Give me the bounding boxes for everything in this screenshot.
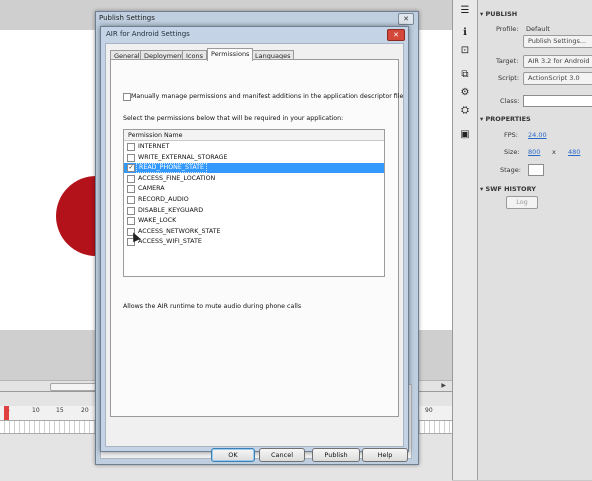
close-icon[interactable]: ✕	[398, 13, 414, 25]
scroll-right-icon[interactable]: ▶	[441, 382, 446, 389]
publish-button[interactable]: Publish	[312, 448, 360, 462]
permission-name: WRITE_EXTERNAL_STORAGE	[138, 153, 228, 161]
swf-history-section-header[interactable]: ▾ SWF HISTORY	[480, 185, 536, 193]
class-input[interactable]	[523, 95, 592, 107]
publish-settings-title: Publish Settings	[99, 14, 155, 22]
permission-row[interactable]: ACCESS_FINE_LOCATION	[124, 174, 384, 184]
permission-name: READ_PHONE_STATE	[136, 163, 207, 174]
close-icon[interactable]: ✕	[387, 29, 405, 41]
permissions-list[interactable]: Permission Name INTERNET WRITE_EXTERNAL_S…	[123, 129, 385, 277]
permission-checkbox[interactable]	[127, 143, 135, 151]
stage-color-label: Stage:	[500, 166, 521, 174]
size-width[interactable]: 800	[528, 148, 540, 156]
profile-label: Profile:	[496, 25, 519, 33]
permission-name: ACCESS_FINE_LOCATION	[138, 174, 216, 182]
permission-name: WAKE_LOCK	[138, 217, 177, 225]
publish-settings-button[interactable]: Publish Settings...	[523, 35, 592, 48]
manual-permissions-checkbox[interactable]	[123, 93, 131, 101]
profile-value: Default	[526, 25, 550, 33]
ok-button[interactable]: OK	[211, 448, 255, 462]
permission-row[interactable]: WRITE_EXTERNAL_STORAGE	[124, 153, 384, 163]
target-label: Target:	[496, 57, 519, 65]
timeline-tick: 15	[56, 407, 64, 414]
info-icon[interactable]: ℹ	[458, 26, 472, 40]
permission-row[interactable]: ACCESS_WIFI_STATE	[124, 237, 384, 247]
permissions-instruction: Select the permissions below that will b…	[123, 115, 344, 122]
size-label: Size:	[504, 148, 520, 156]
library-icon[interactable]: ⛭	[458, 104, 472, 118]
air-dialog-body: General Deployment Icons Permissions Lan…	[105, 43, 408, 462]
components-icon[interactable]: ⧉	[458, 68, 472, 82]
permission-row[interactable]: ACCESS_NETWORK_STATE	[124, 227, 384, 237]
permission-checkbox[interactable]	[127, 185, 135, 194]
script-label: Script:	[498, 74, 520, 82]
size-x: x	[552, 148, 556, 156]
manual-permissions-label: Manually manage permissions and manifest…	[131, 93, 404, 100]
permission-checkbox[interactable]	[127, 217, 135, 226]
stage-color-swatch[interactable]	[528, 164, 544, 176]
permission-row[interactable]: CAMERA	[124, 184, 384, 194]
air-dialog-title: AIR for Android Settings	[106, 30, 190, 38]
permission-name: ACCESS_WIFI_STATE	[138, 238, 202, 246]
permission-row[interactable]: ✓ READ_PHONE_STATE	[124, 163, 384, 174]
script-select[interactable]: ActionScript 3.0	[523, 72, 592, 85]
permission-description: Allows the AIR runtime to mute audio dur…	[123, 303, 302, 310]
tool-strip: ☰ ℹ ⊡ ⧉ ⚙ ⛭ ▣	[452, 0, 477, 480]
timeline-tick: 20	[81, 407, 89, 414]
permission-row[interactable]: INTERNET	[124, 142, 384, 152]
motion-presets-icon[interactable]: ⚙	[458, 86, 472, 100]
cancel-button[interactable]: Cancel	[259, 448, 305, 462]
permission-name: INTERNET	[138, 143, 170, 150]
help-button[interactable]: Help	[362, 448, 408, 462]
fps-value[interactable]: 24.00	[528, 131, 547, 139]
timeline-tick: 90	[425, 407, 433, 414]
class-label: Class:	[500, 97, 520, 105]
permission-checkbox[interactable]	[127, 206, 135, 215]
air-settings-dialog: AIR for Android Settings ✕ General Deplo…	[100, 26, 409, 462]
permissions-tab-panel: Manually manage permissions and manifest…	[110, 59, 403, 417]
transform-icon[interactable]: ⊡	[458, 44, 472, 58]
playhead[interactable]	[4, 406, 9, 420]
target-select[interactable]: AIR 3.2 for Android	[523, 55, 592, 68]
permission-checkbox[interactable]: ✓	[127, 164, 135, 173]
tab-permissions[interactable]: Permissions	[207, 48, 254, 61]
fps-label: FPS:	[504, 131, 518, 139]
permission-checkbox[interactable]	[127, 196, 135, 204]
permission-checkbox[interactable]	[127, 153, 135, 162]
log-button[interactable]: Log	[506, 196, 538, 209]
permission-name: CAMERA	[138, 185, 165, 193]
permission-name: ACCESS_NETWORK_STATE	[138, 227, 221, 235]
permission-row[interactable]: RECORD_AUDIO	[124, 195, 384, 205]
permission-row[interactable]: WAKE_LOCK	[124, 216, 384, 226]
permission-name: DISABLE_KEYGUARD	[138, 206, 204, 214]
permission-checkbox[interactable]	[127, 174, 135, 183]
properties-panel: ▾ PUBLISH Profile: Default Publish Setti…	[477, 0, 592, 480]
code-snippets-icon[interactable]: ▣	[458, 128, 472, 142]
timeline-tick: 10	[32, 407, 40, 414]
publish-section-header[interactable]: ▾ PUBLISH	[480, 10, 517, 18]
permission-row[interactable]: DISABLE_KEYGUARD	[124, 206, 384, 216]
permission-name-column-header[interactable]: Permission Name	[124, 130, 384, 141]
grip-icon: ☰	[460, 5, 470, 16]
size-height[interactable]: 480	[568, 148, 580, 156]
properties-section-header[interactable]: ▾ PROPERTIES	[480, 115, 531, 123]
permission-name: RECORD_AUDIO	[138, 196, 189, 203]
